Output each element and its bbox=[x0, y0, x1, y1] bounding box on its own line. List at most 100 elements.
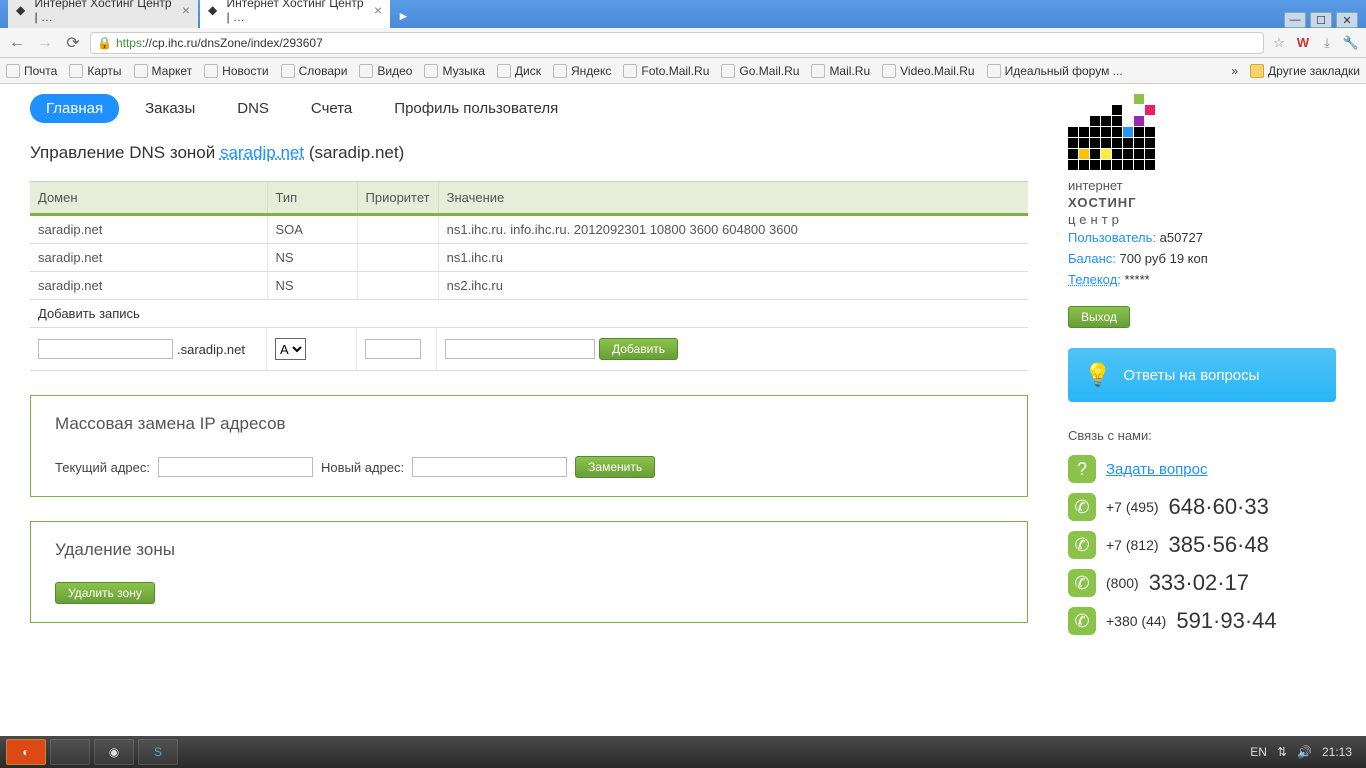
extension-icon[interactable]: ⤓ bbox=[1318, 34, 1336, 52]
bookmark-item[interactable]: Диск bbox=[497, 64, 541, 78]
nav-dns[interactable]: DNS bbox=[221, 94, 285, 123]
bookmark-item[interactable]: Яндекс bbox=[553, 64, 611, 78]
reload-button[interactable]: ⟳ bbox=[62, 32, 84, 54]
bookmark-item[interactable]: Карты bbox=[69, 64, 121, 78]
extension-icon[interactable]: W bbox=[1294, 34, 1312, 52]
bookmark-favicon-icon bbox=[811, 64, 825, 78]
favicon-icon: ◆ bbox=[208, 3, 220, 17]
nav-main[interactable]: Главная bbox=[30, 94, 119, 123]
bookmark-item[interactable]: Идеальный форум ... bbox=[987, 64, 1123, 78]
nav-invoices[interactable]: Счета bbox=[295, 94, 368, 123]
domain-suffix: .saradip.net bbox=[177, 342, 245, 357]
tab-close-icon[interactable]: × bbox=[182, 3, 190, 17]
taskbar: ◐ ◉ S EN ⇅ 🔊 21:13 bbox=[0, 736, 1366, 768]
wrench-icon[interactable]: 🔧 bbox=[1342, 34, 1360, 52]
delete-zone-panel: Удаление зоны Удалить зону bbox=[30, 521, 1028, 623]
delete-zone-title: Удаление зоны bbox=[55, 540, 1003, 560]
bookmark-item[interactable]: Музыка bbox=[424, 64, 484, 78]
zone-link[interactable]: saradip.net bbox=[220, 143, 304, 162]
record-name-input[interactable] bbox=[38, 339, 173, 359]
maximize-button[interactable]: ☐ bbox=[1310, 12, 1332, 28]
tray-clock[interactable]: 21:13 bbox=[1322, 745, 1352, 759]
logo-line-1: интернет bbox=[1068, 178, 1163, 195]
table-row: saradip.net NS ns1.ihc.ru bbox=[30, 244, 1028, 272]
other-bookmarks[interactable]: Другие закладки bbox=[1250, 64, 1360, 78]
forward-button[interactable]: → bbox=[34, 32, 56, 54]
tab-title: Интернет Хостинг Центр | … bbox=[226, 0, 367, 24]
window-controls: — ☐ ✕ bbox=[1284, 8, 1366, 28]
nav-orders[interactable]: Заказы bbox=[129, 94, 211, 123]
bookmark-favicon-icon bbox=[497, 64, 511, 78]
address-bar: ← → ⟳ 🔒 https://cp.ihc.ru/dnsZone/index/… bbox=[0, 28, 1366, 58]
tray-network-icon[interactable]: ⇅ bbox=[1277, 745, 1287, 759]
cell-domain: saradip.net bbox=[30, 215, 267, 244]
bookmark-item[interactable]: Словари bbox=[281, 64, 348, 78]
user-info: Пользователь: a50727 Баланс: 700 руб 19 … bbox=[1068, 228, 1336, 328]
taskbar-app-chrome[interactable]: ◉ bbox=[94, 739, 134, 765]
new-ip-input[interactable] bbox=[412, 457, 567, 477]
faq-button[interactable]: 💡 Ответы на вопросы bbox=[1068, 348, 1336, 402]
bookmark-item[interactable]: Mail.Ru bbox=[811, 64, 870, 78]
cell-domain: saradip.net bbox=[30, 272, 267, 300]
main-column: Главная Заказы DNS Счета Профиль пользов… bbox=[30, 94, 1028, 736]
bookmark-item[interactable]: Video.Mail.Ru bbox=[882, 64, 974, 78]
logout-button[interactable]: Выход bbox=[1068, 306, 1130, 328]
bookmark-favicon-icon bbox=[204, 64, 218, 78]
record-type-select[interactable]: A bbox=[275, 338, 306, 360]
bookmark-item[interactable]: Новости bbox=[204, 64, 268, 78]
phone-row: ✆ +7 (495) 648·60·33 bbox=[1068, 493, 1336, 521]
th-domain: Домен bbox=[30, 182, 267, 215]
record-priority-input[interactable] bbox=[365, 339, 421, 359]
url-field[interactable]: 🔒 https://cp.ihc.ru/dnsZone/index/293607 bbox=[90, 32, 1264, 54]
table-row: saradip.net NS ns2.ihc.ru bbox=[30, 272, 1028, 300]
telecode-link[interactable]: Телекод: bbox=[1068, 272, 1121, 287]
cell-type: SOA bbox=[267, 215, 357, 244]
mass-replace-title: Массовая замена IP адресов bbox=[55, 414, 1003, 434]
cell-type: NS bbox=[267, 244, 357, 272]
current-ip-input[interactable] bbox=[158, 457, 313, 477]
cell-domain: saradip.net bbox=[30, 244, 267, 272]
url-scheme: https bbox=[116, 36, 142, 50]
bookmark-favicon-icon bbox=[553, 64, 567, 78]
phone-icon: ✆ bbox=[1068, 607, 1096, 635]
show-desktop-button[interactable] bbox=[50, 739, 90, 765]
minimize-button[interactable]: — bbox=[1284, 12, 1306, 28]
bookmark-item[interactable]: Go.Mail.Ru bbox=[721, 64, 799, 78]
bookmark-item[interactable]: Видео bbox=[359, 64, 412, 78]
bookmark-favicon-icon bbox=[134, 64, 148, 78]
phone-row: ✆ +380 (44) 591·93·44 bbox=[1068, 607, 1336, 635]
browser-tab-active[interactable]: ◆ Интернет Хостинг Центр | … × bbox=[200, 0, 390, 28]
folder-icon bbox=[1250, 64, 1264, 78]
new-tab-button[interactable]: ▸ bbox=[392, 4, 415, 28]
replace-button[interactable]: Заменить bbox=[575, 456, 655, 478]
top-nav: Главная Заказы DNS Счета Профиль пользов… bbox=[30, 94, 1028, 123]
page-body: Главная Заказы DNS Счета Профиль пользов… bbox=[0, 84, 1366, 736]
bookmark-favicon-icon bbox=[987, 64, 1001, 78]
add-record-row: .saradip.net A Добавить bbox=[30, 328, 1028, 371]
tray-volume-icon[interactable]: 🔊 bbox=[1297, 745, 1312, 759]
close-button[interactable]: ✕ bbox=[1336, 12, 1358, 28]
tab-close-icon[interactable]: × bbox=[374, 3, 382, 17]
bookmark-item[interactable]: Foto.Mail.Ru bbox=[623, 64, 709, 78]
logo: интернет ХОСТИНГ центр bbox=[1068, 94, 1163, 214]
nav-profile[interactable]: Профиль пользователя bbox=[378, 94, 574, 123]
cell-value: ns1.ihc.ru. info.ihc.ru. 2012092301 1080… bbox=[438, 215, 1028, 244]
bookmark-star-icon[interactable]: ☆ bbox=[1270, 34, 1288, 52]
ask-question-link[interactable]: Задать вопрос bbox=[1106, 461, 1207, 478]
back-button[interactable]: ← bbox=[6, 32, 28, 54]
record-value-input[interactable] bbox=[445, 339, 595, 359]
bookmarks-overflow[interactable]: » bbox=[1231, 64, 1238, 78]
th-type: Тип bbox=[267, 182, 357, 215]
favicon-icon: ◆ bbox=[16, 3, 28, 17]
bookmark-item[interactable]: Почта bbox=[6, 64, 57, 78]
add-record-button[interactable]: Добавить bbox=[599, 338, 678, 360]
bookmark-item[interactable]: Маркет bbox=[134, 64, 193, 78]
add-record-caption: Добавить запись bbox=[30, 300, 1028, 328]
start-button[interactable]: ◐ bbox=[6, 739, 46, 765]
phone-icon: ✆ bbox=[1068, 531, 1096, 559]
tray-lang[interactable]: EN bbox=[1250, 745, 1267, 759]
browser-tab[interactable]: ◆ Интернет Хостинг Центр | … × bbox=[8, 0, 198, 28]
delete-zone-button[interactable]: Удалить зону bbox=[55, 582, 155, 604]
cell-value: ns2.ihc.ru bbox=[438, 272, 1028, 300]
taskbar-app-skype[interactable]: S bbox=[138, 739, 178, 765]
